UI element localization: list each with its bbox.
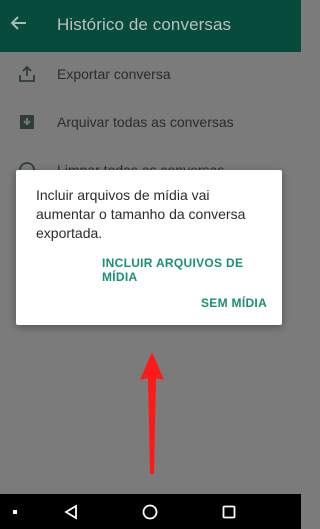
menu-item-export-chat[interactable]: Exportar conversa [0,54,301,94]
menu-item-label: Arquivar todas as conversas [57,114,234,130]
archive-icon [20,115,34,129]
page-title: Histórico de conversas [57,15,232,34]
menu-item-label: Exportar conversa [57,66,171,82]
back-arrow-icon[interactable] [10,14,28,32]
app-bar: Histórico de conversas [0,0,301,52]
nav-recent-apps-icon[interactable] [220,503,238,521]
export-media-dialog: Incluir arquivos de mídia vai aumentar o… [16,170,282,325]
include-media-button[interactable]: INCLUIR ARQUIVOS DE MÍDIA [102,256,282,284]
android-nav-bar [0,494,301,529]
menu-item-archive-all[interactable]: Arquivar todas as conversas [0,102,301,142]
dot-icon [13,510,17,514]
dialog-message: Incluir arquivos de mídia vai aumentar o… [36,187,246,241]
nav-home-icon[interactable] [141,503,159,521]
nav-back-icon[interactable] [62,503,80,521]
red-annotation-arrow-icon [140,352,164,474]
share-icon [19,65,35,82]
without-media-button[interactable]: SEM MÍDIA [201,296,267,310]
